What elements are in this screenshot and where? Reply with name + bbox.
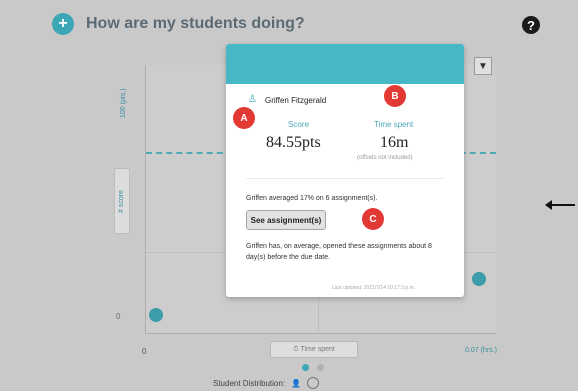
data-point[interactable]	[472, 272, 486, 286]
x-axis-button[interactable]: ⏱ Time spent	[270, 341, 358, 358]
x-end-label: 0.07 (hrs.)	[465, 347, 497, 354]
student-icon: 👤	[291, 378, 302, 388]
help-icon[interactable]: ?	[522, 16, 540, 34]
y-top-label: 100 (pts.)	[120, 88, 127, 118]
marker-b: B	[384, 85, 406, 107]
popup-header	[226, 44, 464, 84]
person-icon: ♙	[248, 94, 257, 105]
average-text: Griffen averaged 17% on 6 assignment(s).	[246, 195, 378, 202]
distribution-label: Student Distribution:	[213, 378, 286, 388]
time-value: 16m	[380, 134, 409, 151]
student-popup: ♙ Griffen Fitzgerald Score 84.55pts Time…	[226, 44, 464, 297]
plus-icon[interactable]: +	[52, 13, 74, 35]
page-dot[interactable]	[317, 364, 324, 371]
student-distribution: Student Distribution: 👤	[213, 377, 320, 389]
marker-c: C	[362, 208, 384, 230]
see-assignments-button[interactable]: See assignment(s)	[246, 210, 326, 230]
score-value: 84.55pts	[266, 134, 321, 151]
distribution-toggle[interactable]	[307, 377, 320, 389]
opened-text: Griffen has, on average, opened these as…	[246, 243, 432, 261]
page-title: How are my students doing?	[86, 15, 305, 32]
page-header: + How are my students doing?	[52, 12, 305, 36]
last-updated: Last updated: 2021/7/14 10:17:3 p.m.	[332, 285, 416, 291]
popup-divider	[246, 178, 444, 179]
page-dot-active[interactable]	[302, 364, 309, 371]
student-name: Griffen Fitzgerald	[265, 95, 327, 105]
time-label: Time spent	[374, 120, 414, 129]
y-axis-label: # score	[118, 190, 125, 213]
score-label: Score	[288, 120, 309, 129]
marker-a: A	[233, 107, 255, 129]
filter-icon[interactable]: ▼	[474, 57, 492, 75]
student-row: ♙ Griffen Fitzgerald	[248, 94, 326, 106]
pagination-dots	[302, 364, 324, 371]
time-note: (offsets not included)	[357, 155, 413, 161]
left-arrow-icon	[545, 200, 575, 210]
data-point[interactable]	[149, 308, 163, 322]
y-bottom-tick: 0	[116, 312, 121, 321]
x-start-tick: 0	[142, 347, 147, 356]
